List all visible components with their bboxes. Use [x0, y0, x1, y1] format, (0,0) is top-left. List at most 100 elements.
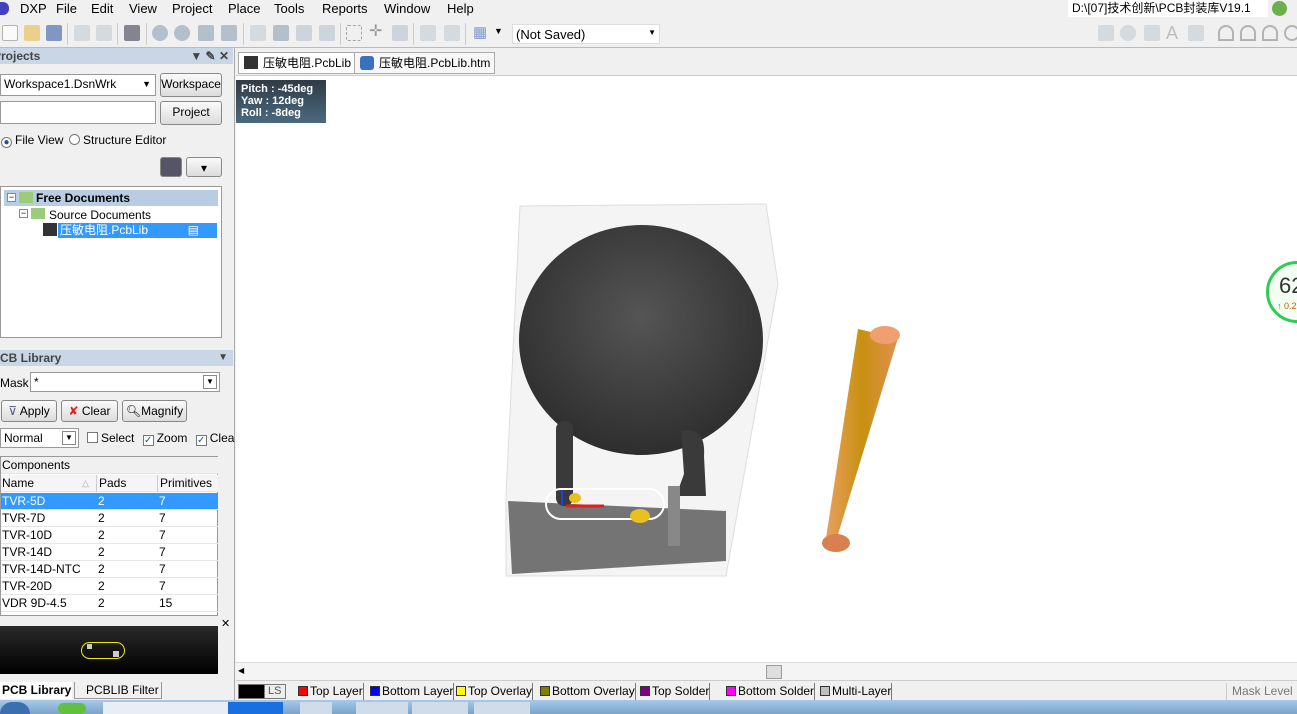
collapse-preview-icon[interactable]: ✕ — [221, 617, 230, 630]
arc-edge-icon[interactable] — [1240, 25, 1256, 41]
component-row[interactable]: TVR-20D 2 7 — [1, 578, 218, 595]
select-checkbox[interactable]: Select — [87, 431, 139, 445]
collapse-icon[interactable]: − — [7, 193, 16, 202]
document-state-dropdown[interactable]: (Not Saved) ▼ — [512, 24, 660, 44]
taskbar-app[interactable] — [103, 702, 228, 714]
menu-edit[interactable]: Edit — [91, 0, 113, 17]
menu-help[interactable]: Help — [447, 0, 474, 17]
via-icon[interactable] — [1144, 25, 1160, 41]
zoom-in-icon[interactable] — [152, 25, 168, 41]
save-icon[interactable] — [46, 25, 62, 41]
layer-tab-top-solder[interactable]: Top Solder — [638, 683, 711, 700]
layer-set-button[interactable]: LS — [238, 684, 286, 699]
structure-editor-radio[interactable]: Structure Editor — [69, 133, 166, 147]
workspace-button[interactable]: Workspace — [160, 73, 222, 97]
project-options-icon[interactable] — [160, 157, 182, 177]
menu-tools[interactable]: Tools — [274, 0, 304, 17]
line-icon[interactable] — [1098, 25, 1114, 41]
pad-icon[interactable] — [1120, 25, 1136, 41]
taskbar-app[interactable] — [474, 702, 530, 714]
taskbar-app[interactable] — [228, 702, 283, 714]
component-row[interactable]: TVR-5D 2 7 — [1, 493, 218, 510]
column-primitives[interactable]: Primitives — [157, 475, 212, 492]
coordinate-icon[interactable] — [1188, 25, 1204, 41]
taskbar-app[interactable] — [412, 702, 468, 714]
component-row[interactable]: VDR 9D-4.5 2 15 — [1, 595, 218, 612]
component-row[interactable]: TVR-14D-NTC 2 7 — [1, 561, 218, 578]
file-view-radio[interactable]: ● File View — [1, 133, 63, 148]
paste-icon[interactable] — [296, 25, 312, 41]
select-area-icon[interactable] — [346, 25, 362, 41]
column-pads[interactable]: Pads — [96, 475, 126, 492]
layer-tab-top-layer[interactable]: Top Layer — [296, 683, 364, 700]
menu-project[interactable]: Project — [172, 0, 212, 17]
zoom-checkbox[interactable]: ✓ Zoom — [142, 431, 193, 446]
layer-tab-bottom-overlay[interactable]: Bottom Overlay — [538, 683, 636, 700]
arc-center-icon[interactable] — [1218, 25, 1234, 41]
collapse-icon[interactable]: − — [19, 209, 28, 218]
panel-menu-icon[interactable]: ▼ — [218, 350, 228, 366]
mask-level-button[interactable]: Mask Level — [1226, 683, 1293, 700]
3d-view[interactable] — [236, 76, 1297, 662]
tree-item-source-documents[interactable]: Source Documents — [49, 208, 151, 222]
layer-tab-top-overlay[interactable]: Top Overlay — [454, 683, 534, 700]
menu-reports[interactable]: Reports — [322, 0, 368, 17]
zoom-area-icon[interactable] — [221, 25, 237, 41]
menu-place[interactable]: Place — [228, 0, 261, 17]
start-button[interactable] — [0, 702, 30, 714]
back-icon[interactable] — [1272, 1, 1287, 16]
tab-pcblib[interactable]: 压敏电阻.PcbLib — [238, 52, 357, 74]
layer-tab-bottom-layer[interactable]: Bottom Layer — [368, 683, 455, 700]
scroll-left-icon[interactable]: ◀ — [238, 666, 244, 675]
zoom-fit-icon[interactable] — [198, 25, 214, 41]
tab-pcblib-filter[interactable]: PCBLIB Filter — [74, 682, 162, 699]
scrollbar-thumb[interactable] — [766, 665, 782, 679]
layer-tab-bottom-solder[interactable]: Bottom Solder — [724, 683, 816, 700]
deselect-icon[interactable] — [392, 25, 408, 41]
redo-icon[interactable] — [444, 25, 460, 41]
horizontal-scrollbar[interactable]: ◀ — [236, 662, 1297, 680]
mask-input[interactable]: * ▼ — [30, 372, 220, 392]
path-dropdown[interactable]: D:\[07]技术创新\PCB封装库V19.1 — [1068, 0, 1268, 17]
component-row[interactable]: TVR-14D 2 7 — [1, 544, 218, 561]
tab-pcb-library[interactable]: PCB Library — [0, 682, 72, 699]
string-icon[interactable]: A — [1166, 24, 1182, 42]
project-input[interactable] — [0, 101, 156, 124]
magnify-button[interactable]: 🔍︎Magnify — [122, 400, 187, 422]
zoom-out-icon[interactable] — [174, 25, 190, 41]
workspace-dropdown[interactable]: Workspace1.DsnWrk ▼ — [0, 74, 156, 96]
document-options-icon[interactable]: ▾ — [186, 157, 222, 177]
menu-view[interactable]: View — [129, 0, 157, 17]
taskbar-app[interactable] — [300, 702, 332, 714]
open-icon[interactable] — [24, 25, 40, 41]
move-icon[interactable]: ✛ — [369, 24, 385, 41]
rubber-stamp-icon[interactable] — [319, 25, 335, 41]
new-icon[interactable] — [2, 25, 18, 41]
panel-controls-icon[interactable]: ▼ ✎ ✕ — [190, 48, 229, 64]
menu-dxp[interactable]: DXP — [20, 0, 47, 17]
tree-item-free-documents[interactable]: Free Documents — [4, 190, 218, 206]
tree-item-pcblib[interactable]: 压敏电阻.PcbLib ▤ — [58, 223, 217, 238]
tab-pcblib-htm[interactable]: 压敏电阻.PcbLib.htm — [354, 52, 496, 74]
apply-button[interactable]: ⊽ Apply — [1, 400, 57, 422]
taskbar-app[interactable] — [356, 702, 408, 714]
print-preview-icon[interactable] — [96, 25, 112, 41]
clear-button[interactable]: ✘ Clear — [61, 400, 118, 422]
taskbar-app-icon[interactable] — [58, 703, 86, 714]
undo-icon[interactable] — [420, 25, 436, 41]
layer-stack-icon[interactable] — [124, 25, 140, 41]
chevron-down-icon[interactable]: ▼ — [203, 375, 217, 389]
print-icon[interactable] — [74, 25, 90, 41]
layer-tab-multi-layer[interactable]: Multi-Layer — [818, 683, 893, 700]
clear-existing-checkbox[interactable]: ✓Clear Existing — [195, 431, 235, 446]
component-row[interactable]: TVR-10D 2 7 — [1, 527, 218, 544]
menu-file[interactable]: File — [56, 0, 77, 17]
arc-any-icon[interactable] — [1262, 25, 1278, 41]
grid-dropdown-arrow-icon[interactable]: ▼ — [494, 26, 503, 36]
circle-icon[interactable] — [1284, 25, 1297, 41]
menu-window[interactable]: Window — [384, 0, 430, 17]
project-button[interactable]: Project — [160, 101, 222, 125]
copy-icon[interactable] — [273, 25, 289, 41]
column-name[interactable]: Name — [2, 475, 34, 492]
mode-dropdown[interactable]: Normal ▼ — [0, 428, 79, 448]
